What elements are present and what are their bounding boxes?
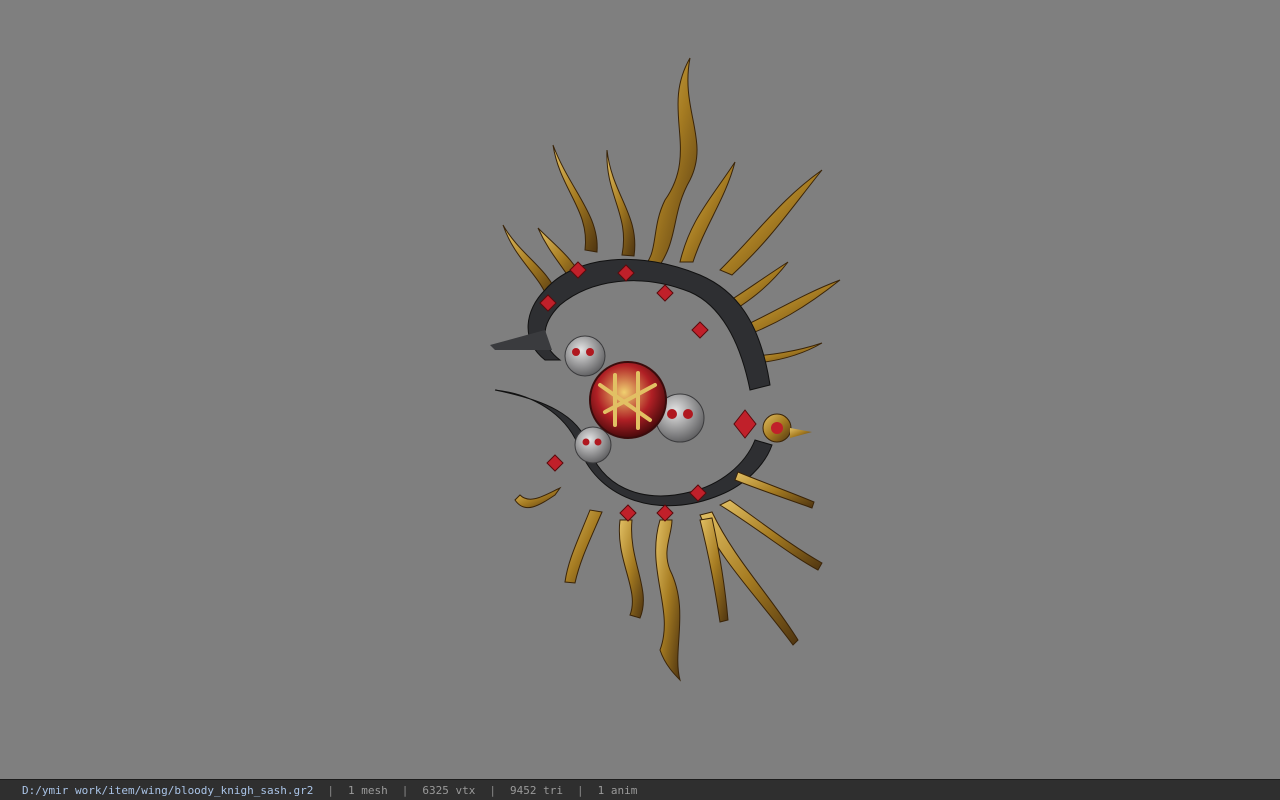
vertex-count-label: 6325 vtx [422,783,476,797]
animation-count-label: 1 anim [597,783,638,797]
file-path-label: D:/ymir work/item/wing/bloody_knigh_sash… [22,783,314,797]
mesh-count-label: 1 mesh [348,783,388,797]
model-viewport[interactable] [0,0,1280,779]
status-separator: | [401,783,409,797]
wing-sash-model-icon [490,57,841,682]
triangle-count-label: 9452 tri [510,783,563,797]
status-separator: | [489,783,497,797]
status-separator: | [577,783,584,797]
status-bar: D:/ymir work/item/wing/bloody_knigh_sash… [0,779,1280,800]
status-separator: | [327,783,335,797]
